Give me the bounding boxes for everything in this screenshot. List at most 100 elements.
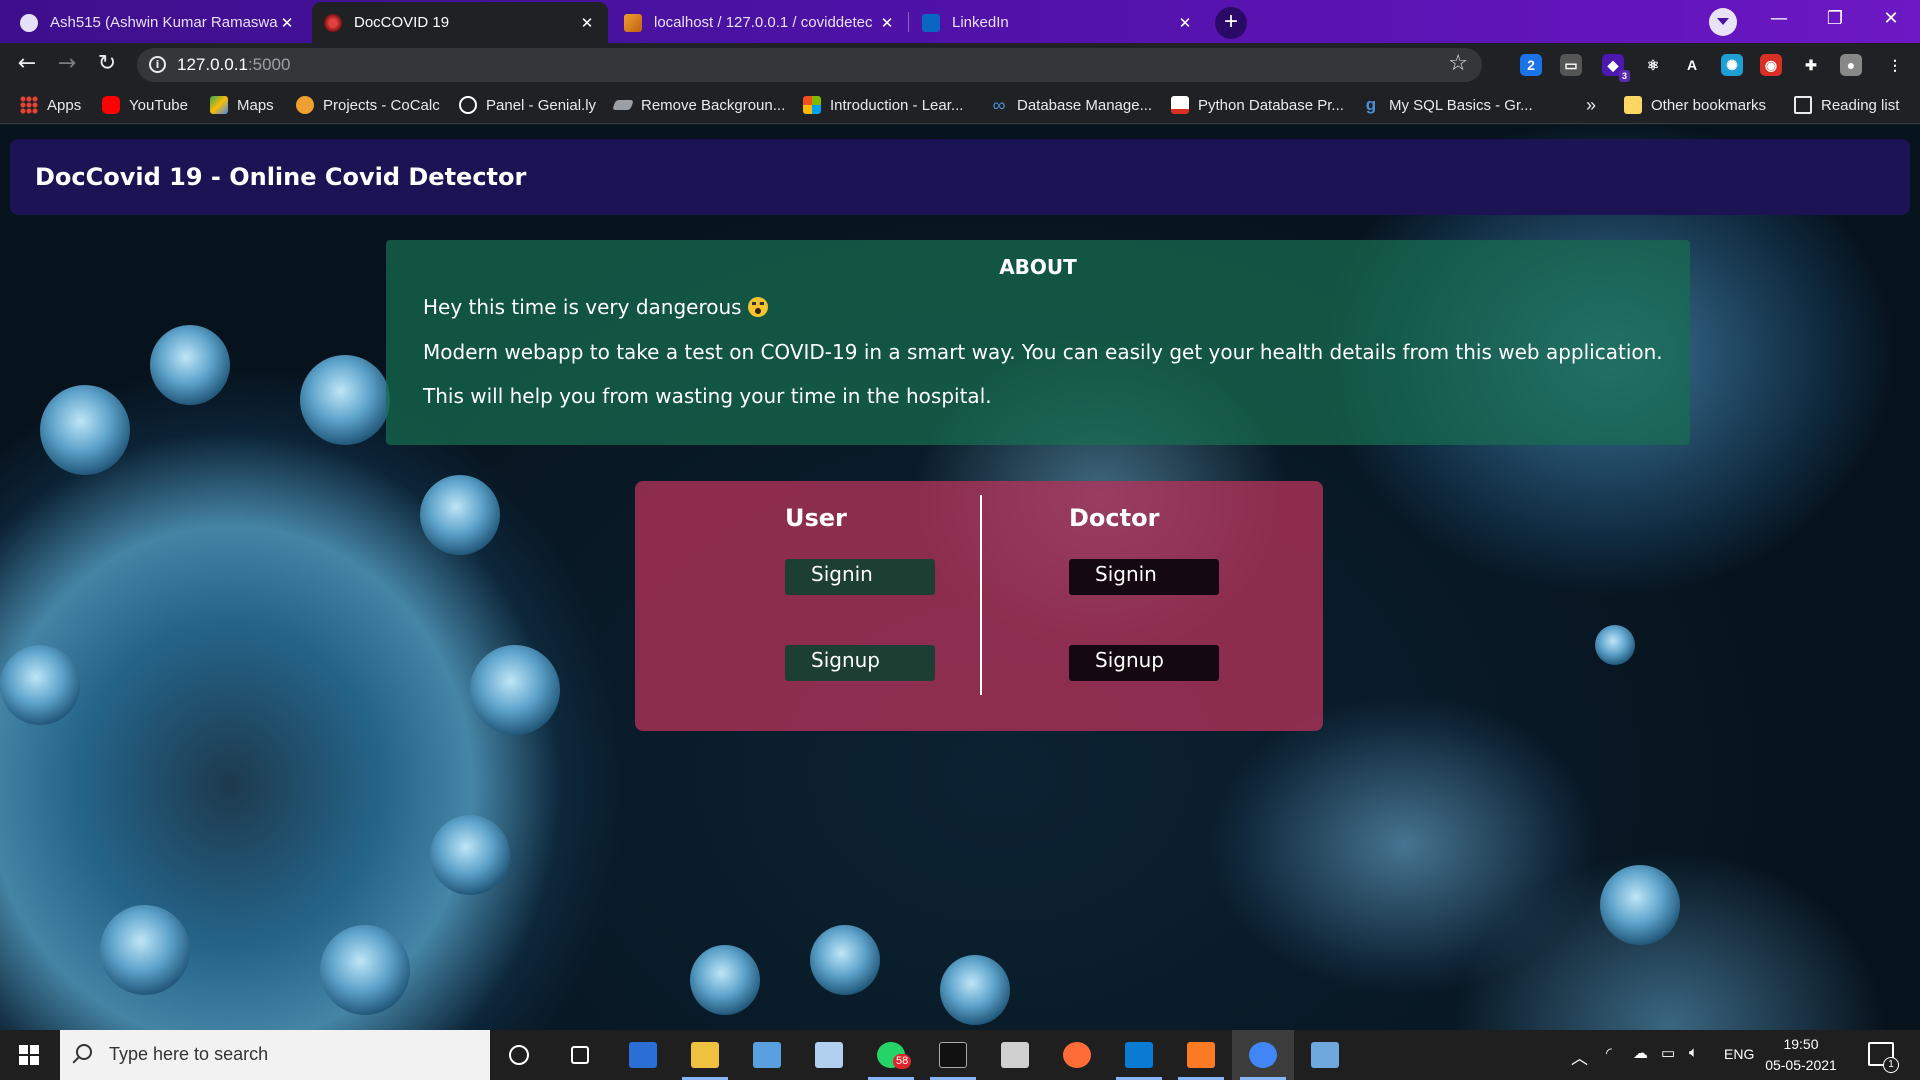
notepad-icon[interactable] xyxy=(736,1030,798,1080)
reading-list[interactable]: Reading list xyxy=(1794,86,1899,124)
ext-2-icon[interactable]: 2 xyxy=(1520,54,1542,76)
doctor-signup-button[interactable]: Signup xyxy=(1069,645,1219,681)
postman-icon[interactable] xyxy=(1046,1030,1108,1080)
close-icon[interactable]: ✕ xyxy=(278,14,296,32)
virus-background-decoration xyxy=(100,905,190,995)
tab-phpmyadmin[interactable]: localhost / 127.0.0.1 / coviddetec ✕ xyxy=(612,2,908,43)
tab-github[interactable]: Ash515 (Ashwin Kumar Ramaswa ✕ xyxy=(8,2,308,43)
task-view-icon[interactable] xyxy=(549,1030,611,1080)
close-icon[interactable]: ✕ xyxy=(1176,14,1194,32)
windows-taskbar: Type here to search 58 ︿ ◜ ☁ ▭ 🔈︎ ENG 19… xyxy=(0,1030,1920,1080)
url-text[interactable]: 127.0.0.1:5000 xyxy=(177,55,290,75)
bookmark-cocalc[interactable]: Projects - CoCalc xyxy=(296,86,440,124)
vscode-icon[interactable] xyxy=(1108,1030,1170,1080)
xampp-icon[interactable] xyxy=(1170,1030,1232,1080)
minimize-button[interactable]: — xyxy=(1751,0,1807,40)
show-hidden-icons-icon[interactable]: ︿ xyxy=(1571,1044,1588,1069)
bookmark-label: My SQL Basics - Gr... xyxy=(1389,96,1533,114)
store-icon xyxy=(629,1042,657,1068)
ext-color-icon[interactable]: ◉ xyxy=(1760,54,1782,76)
about-heading: ABOUT xyxy=(999,255,1077,279)
virus-background-decoration xyxy=(430,815,510,895)
whatsapp-icon[interactable]: 58 xyxy=(860,1030,922,1080)
tab-linkedin[interactable]: LinkedIn ✕ xyxy=(910,2,1206,43)
extensions-puzzle-icon[interactable]: ✚ xyxy=(1800,54,1822,76)
bookmarks-overflow-button[interactable]: » xyxy=(1586,86,1596,124)
chrome-icon[interactable] xyxy=(1232,1030,1294,1080)
taskbar-search[interactable]: Type here to search xyxy=(60,1030,490,1080)
bookmark-label: YouTube xyxy=(129,96,188,114)
bookmarks-bar: Apps YouTube Maps Projects - CoCalc Pane… xyxy=(0,86,1920,124)
new-tab-button[interactable]: + xyxy=(1215,7,1247,39)
other-bookmarks[interactable]: Other bookmarks xyxy=(1624,86,1766,124)
paint-icon[interactable] xyxy=(798,1030,860,1080)
user-signin-button[interactable]: Signin xyxy=(785,559,935,595)
language-indicator[interactable]: ENG xyxy=(1724,1046,1754,1062)
profile-avatar-icon[interactable]: ● xyxy=(1840,54,1862,76)
bookmark-label: Apps xyxy=(47,96,82,114)
tab-search-icon[interactable] xyxy=(1709,8,1737,36)
paint-icon xyxy=(815,1042,843,1068)
site-info-icon[interactable]: i xyxy=(149,56,166,73)
ext-a-icon[interactable]: A xyxy=(1681,54,1703,76)
battery-icon[interactable]: ▭ xyxy=(1661,1044,1675,1062)
reload-icon[interactable]: ↻ xyxy=(91,49,123,81)
windows-start-button[interactable] xyxy=(0,1030,58,1080)
postman-icon xyxy=(1063,1042,1091,1068)
close-icon[interactable]: ✕ xyxy=(878,14,896,32)
virus-background-decoration xyxy=(150,325,230,405)
task-view-icon xyxy=(571,1046,589,1064)
bookmark-microsoft-learn[interactable]: Introduction - Lear... xyxy=(803,86,963,124)
volume-icon[interactable]: 🔈︎ xyxy=(1689,1044,1698,1061)
about-line-2: Modern webapp to take a test on COVID-19… xyxy=(423,340,1663,364)
close-icon[interactable]: ✕ xyxy=(578,14,596,32)
page-viewport: DocCovid 19 - Online Covid Detector ABOU… xyxy=(0,125,1920,1030)
ext-polygon-icon[interactable]: ◆ xyxy=(1602,54,1631,82)
bookmark-label: Panel - Genial.ly xyxy=(486,96,597,114)
ext-screenshot-icon[interactable]: ▭ xyxy=(1560,54,1582,76)
onedrive-icon[interactable]: ☁ xyxy=(1633,1044,1648,1062)
bookmark-star-icon[interactable]: ☆ xyxy=(1448,51,1468,76)
address-bar[interactable]: i 127.0.0.1:5000 ☆ xyxy=(137,48,1482,82)
ext-react-icon[interactable]: ⚛ xyxy=(1642,54,1664,76)
ext-sun-icon[interactable]: ✺ xyxy=(1721,54,1743,76)
windows-logo-icon xyxy=(30,1056,39,1065)
user-signup-button[interactable]: Signup xyxy=(785,645,935,681)
bookmark-genially[interactable]: Panel - Genial.ly xyxy=(459,86,596,124)
network-manager-icon[interactable] xyxy=(1294,1030,1356,1080)
github-icon xyxy=(20,13,38,32)
folder-icon xyxy=(1624,96,1642,114)
bookmark-label: Remove Backgroun... xyxy=(641,96,786,114)
clock[interactable]: 19:50 05-05-2021 xyxy=(1758,1034,1844,1076)
bookmark-maps[interactable]: Maps xyxy=(210,86,274,124)
bookmark-database[interactable]: ∞ Database Manage... xyxy=(990,86,1153,124)
cortana-icon[interactable] xyxy=(488,1030,550,1080)
tab-label: localhost / 127.0.0.1 / coviddetec xyxy=(654,14,873,31)
chrome-menu-icon[interactable]: ⋮ xyxy=(1884,54,1906,76)
bookmark-label: Other bookmarks xyxy=(1651,96,1767,114)
login-card: User Signin Signup Doctor Signin Signup xyxy=(635,481,1323,731)
back-arrow-icon[interactable]: ← xyxy=(11,49,43,81)
bookmark-python-db[interactable]: Python Database Pr... xyxy=(1171,86,1344,124)
file-explorer-icon[interactable] xyxy=(674,1030,736,1080)
bookmark-label: Python Database Pr... xyxy=(1198,96,1344,114)
close-window-button[interactable]: ✕ xyxy=(1863,0,1919,40)
tab-doccovid[interactable]: DocCOVID 19 ✕ xyxy=(312,2,608,43)
youtube-icon xyxy=(102,96,120,114)
xampp-icon xyxy=(1187,1042,1215,1068)
restore-button[interactable]: ❐ xyxy=(1807,0,1863,40)
forward-arrow-icon[interactable]: → xyxy=(51,49,83,81)
bookmark-mysql[interactable]: g My SQL Basics - Gr... xyxy=(1362,86,1533,124)
doctor-signin-button[interactable]: Signin xyxy=(1069,559,1219,595)
virus-background-decoration xyxy=(1600,865,1680,945)
virus-background-decoration xyxy=(940,955,1010,1025)
wifi-icon[interactable]: ◜ xyxy=(1606,1044,1612,1062)
bookmark-removebg[interactable]: Remove Backgroun... xyxy=(612,86,786,124)
whatsapp-unread-badge: 58 xyxy=(893,1054,912,1069)
terminal-icon[interactable] xyxy=(922,1030,984,1080)
git-icon[interactable] xyxy=(984,1030,1046,1080)
bookmark-apps[interactable]: Apps xyxy=(20,86,81,124)
virus-background-decoration xyxy=(1595,625,1635,665)
bookmark-youtube[interactable]: YouTube xyxy=(102,86,188,124)
store-icon[interactable] xyxy=(612,1030,674,1080)
